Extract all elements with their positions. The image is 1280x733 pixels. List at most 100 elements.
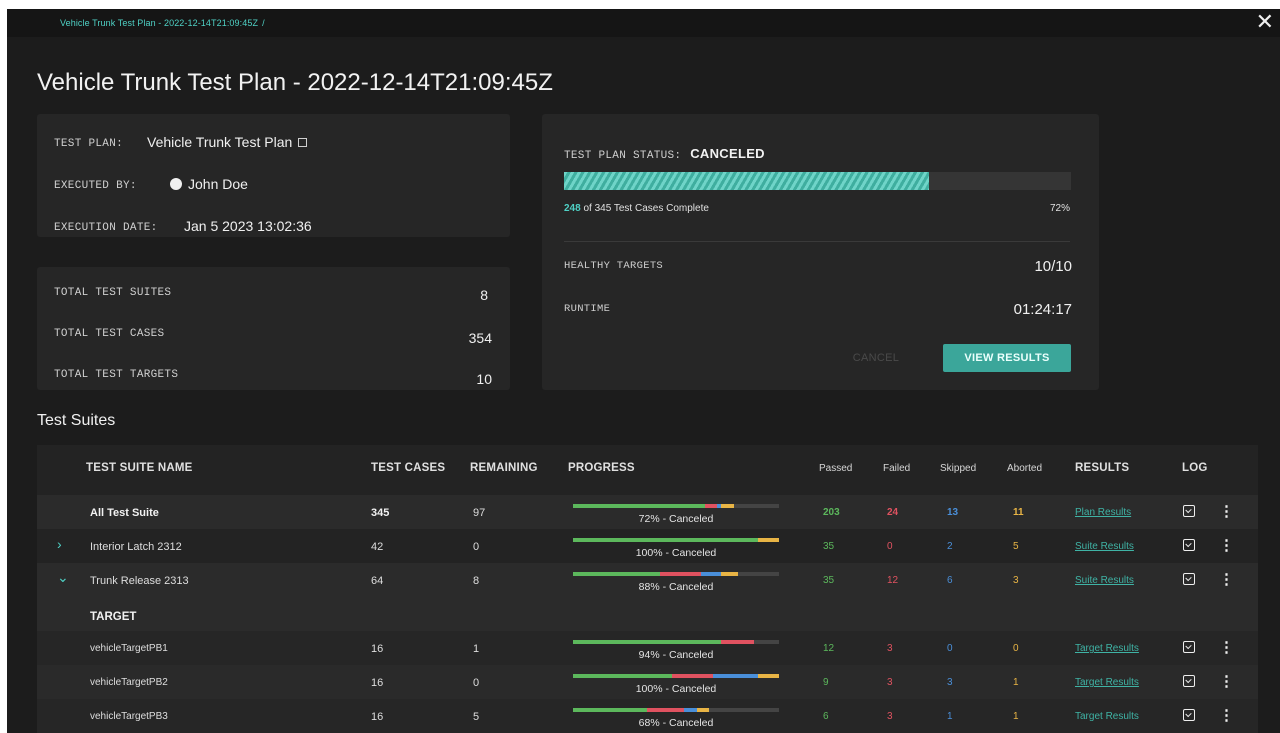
execution-date-value: Jan 5 2023 13:02:36 — [184, 218, 312, 234]
progress-segment-failed — [647, 708, 685, 712]
test-suites-table: TEST SUITE NAME TEST CASES REMAINING PRO… — [37, 445, 1258, 733]
log-icon[interactable] — [1183, 675, 1195, 687]
suite-progress-bar — [573, 538, 779, 542]
breadcrumb-item[interactable]: Vehicle Trunk Test Plan - 2022-12-14T21:… — [60, 18, 258, 28]
log-icon[interactable] — [1183, 709, 1195, 721]
results-link[interactable]: Target Results — [1075, 677, 1139, 688]
cancel-button[interactable]: CANCEL — [835, 344, 917, 372]
col-header-failed[interactable]: Failed — [883, 463, 910, 474]
col-header-results[interactable]: RESULTS — [1075, 462, 1129, 474]
executed-by-label: EXECUTED BY: — [54, 180, 137, 192]
more-options-icon[interactable]: ⋮ — [1219, 706, 1234, 724]
progress-segment-passed — [573, 538, 759, 542]
progress-text: 100% - Canceled — [635, 547, 717, 559]
more-options-icon[interactable]: ⋮ — [1219, 638, 1234, 656]
col-header-aborted[interactable]: Aborted — [1007, 463, 1042, 474]
total-suites-value: 8 — [480, 287, 488, 303]
suite-progress-bar — [573, 708, 779, 712]
skipped-value: 1 — [947, 711, 953, 722]
skipped-value: 6 — [947, 575, 953, 586]
status-label: TEST PLAN STATUS: CANCELED — [564, 146, 765, 162]
col-header-cases[interactable]: TEST CASES — [371, 462, 445, 474]
log-icon[interactable] — [1183, 641, 1195, 653]
col-header-remaining[interactable]: REMAINING — [470, 462, 538, 474]
col-header-passed[interactable]: Passed — [819, 463, 852, 474]
complete-text: of 345 Test Cases Complete — [583, 203, 709, 214]
close-icon[interactable]: ✕ — [1256, 11, 1274, 33]
results-link[interactable]: Plan Results — [1075, 507, 1131, 518]
remaining-value: 0 — [473, 541, 480, 553]
breadcrumb-separator: / — [262, 18, 265, 28]
table-row[interactable]: All Test Suite 345 97 72% - Canceled 203… — [37, 495, 1258, 529]
progress-segment-aborted — [696, 708, 709, 712]
progress-text: 94% - Canceled — [638, 649, 714, 661]
more-options-icon[interactable]: ⋮ — [1219, 672, 1234, 690]
suite-name: Trunk Release 2313 — [90, 575, 189, 587]
target-subheader: TARGET — [37, 597, 1258, 631]
chevron-down-icon[interactable]: ⌄ — [57, 569, 69, 586]
app-window: Vehicle Trunk Test Plan - 2022-12-14T21:… — [7, 9, 1280, 733]
executed-by-value: John Doe — [188, 176, 248, 192]
passed-value: 35 — [823, 575, 835, 586]
results-link[interactable]: Suite Results — [1075, 541, 1134, 552]
progress-segment-aborted — [721, 572, 738, 576]
log-icon[interactable] — [1183, 539, 1195, 551]
runtime-label: RUNTIME — [564, 303, 611, 315]
progress-segment-skipped — [700, 572, 722, 576]
log-icon[interactable] — [1183, 573, 1195, 585]
remaining-value: 5 — [473, 711, 480, 723]
test-plan-value[interactable]: Vehicle Trunk Test Plan — [147, 134, 292, 150]
results-link[interactable]: Target Results — [1075, 711, 1139, 722]
user-icon — [170, 178, 182, 190]
target-name: vehicleTargetPB2 — [90, 677, 168, 688]
status-card: TEST PLAN STATUS: CANCELED 248 of 345 Te… — [542, 114, 1099, 390]
execution-date-label: EXECUTION DATE: — [54, 222, 158, 234]
test-plan-link[interactable]: Vehicle Trunk Test Plan — [147, 134, 308, 150]
progress-segment-passed — [573, 640, 722, 644]
col-header-name[interactable]: TEST SUITE NAME — [86, 462, 193, 474]
progress-text: 68% - Canceled — [638, 717, 714, 729]
external-link-icon[interactable] — [298, 138, 308, 147]
aborted-value: 11 — [1013, 507, 1024, 518]
target-name: vehicleTargetPB1 — [90, 643, 168, 654]
breadcrumb[interactable]: Vehicle Trunk Test Plan - 2022-12-14T21:… — [60, 18, 265, 28]
col-header-progress[interactable]: PROGRESS — [568, 462, 635, 474]
cases-value: 16 — [371, 643, 384, 655]
progress-segment-skipped — [713, 674, 759, 678]
progress-segment-failed — [704, 504, 718, 508]
healthy-targets-value: 10/10 — [1034, 258, 1072, 275]
progress-segment-aborted — [721, 504, 734, 508]
table-row[interactable]: vehicleTargetPB3 16 5 68% - Canceled 6 3… — [37, 699, 1258, 733]
skipped-value: 3 — [947, 677, 953, 688]
col-header-log[interactable]: LOG — [1182, 462, 1208, 474]
more-options-icon[interactable]: ⋮ — [1219, 536, 1234, 554]
table-row[interactable]: vehicleTargetPB2 16 0 100% - Canceled 9 … — [37, 665, 1258, 699]
log-icon[interactable] — [1183, 505, 1195, 517]
target-name: vehicleTargetPB3 — [90, 711, 168, 722]
progress-percent: 72% — [1049, 203, 1070, 214]
executed-by: John Doe — [170, 176, 248, 192]
table-row[interactable]: vehicleTargetPB1 16 1 94% - Canceled 12 … — [37, 631, 1258, 665]
results-link[interactable]: Suite Results — [1075, 575, 1134, 586]
failed-value: 3 — [887, 643, 893, 654]
results-link[interactable]: Target Results — [1075, 643, 1139, 654]
progress-segment-failed — [659, 572, 701, 576]
cases-value: 64 — [371, 575, 384, 587]
total-cases-value: 354 — [468, 330, 492, 346]
aborted-value: 1 — [1013, 677, 1019, 688]
status-label-text: TEST PLAN STATUS: — [564, 150, 682, 162]
table-row[interactable]: ⌄ Trunk Release 2313 64 8 88% - Canceled… — [37, 563, 1258, 597]
aborted-value: 5 — [1013, 541, 1019, 552]
chevron-right-icon[interactable]: › — [57, 536, 62, 552]
failed-value: 3 — [887, 677, 893, 688]
failed-value: 3 — [887, 711, 893, 722]
remaining-value: 1 — [473, 643, 480, 655]
aborted-value: 1 — [1013, 711, 1019, 722]
progress-text: 72% - Canceled — [638, 513, 714, 525]
view-results-button[interactable]: VIEW RESULTS — [943, 344, 1071, 372]
col-header-skipped[interactable]: Skipped — [940, 463, 976, 474]
table-row[interactable]: › Interior Latch 2312 42 0 100% - Cancel… — [37, 529, 1258, 563]
more-options-icon[interactable]: ⋮ — [1219, 502, 1234, 520]
more-options-icon[interactable]: ⋮ — [1219, 570, 1234, 588]
complete-count: 248 — [564, 203, 581, 214]
